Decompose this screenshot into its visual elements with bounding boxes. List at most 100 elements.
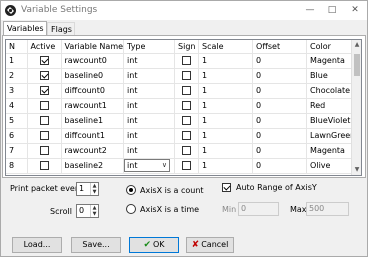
column-header-active[interactable]: Active	[27, 40, 62, 54]
axisx-count-radio[interactable]	[126, 185, 136, 195]
chevron-down-icon[interactable]: ∨	[162, 160, 167, 171]
variable-name-cell[interactable]: baseline2	[61, 158, 125, 174]
column-header-variable-name[interactable]: Variable Name	[61, 40, 125, 54]
sign-cell[interactable]	[174, 98, 200, 114]
active-cell[interactable]	[27, 68, 62, 84]
table-row[interactable]: 1 rawcount0 int 1 0 Magenta	[6, 53, 357, 69]
column-header-sign[interactable]: Sign	[174, 40, 200, 54]
scale-cell[interactable]: 1	[198, 113, 254, 129]
axisx-time-radio[interactable]	[126, 204, 136, 214]
offset-cell[interactable]: 0	[252, 158, 308, 174]
active-checkbox[interactable]	[39, 86, 49, 95]
sign-checkbox[interactable]	[182, 86, 192, 95]
scale-cell[interactable]: 1	[198, 158, 254, 174]
sign-checkbox[interactable]	[182, 116, 192, 125]
active-checkbox[interactable]	[39, 56, 49, 65]
offset-cell[interactable]: 0	[252, 53, 308, 69]
column-header-n[interactable]: N	[6, 40, 28, 54]
active-cell[interactable]	[27, 53, 62, 69]
type-cell[interactable]: int	[123, 53, 176, 69]
scale-cell[interactable]: 1	[198, 53, 254, 69]
active-checkbox[interactable]	[39, 101, 49, 110]
save-button[interactable]: Save...	[71, 237, 121, 253]
sign-cell[interactable]	[174, 53, 200, 69]
cancel-button[interactable]: ✘ Cancel	[186, 237, 234, 253]
sign-cell[interactable]	[174, 128, 200, 144]
variable-name-cell[interactable]: rawcount0	[61, 53, 125, 69]
type-cell[interactable]: int ∨	[123, 158, 176, 174]
sign-checkbox[interactable]	[182, 71, 192, 80]
spin-down-icon[interactable]: ▼	[91, 211, 98, 217]
table-row[interactable]: 6 diffcount1 int 1 0 LawnGreen	[6, 128, 357, 144]
color-cell[interactable]: Red	[306, 98, 357, 114]
offset-cell[interactable]: 0	[252, 68, 308, 84]
active-cell[interactable]	[27, 128, 62, 144]
sign-cell[interactable]	[174, 143, 200, 159]
scroll-spinner[interactable]: 0 ▲ ▼	[76, 204, 99, 218]
print-packet-spin-buttons[interactable]: ▲ ▼	[90, 183, 98, 195]
minimize-icon[interactable]: —	[299, 1, 321, 20]
table-row[interactable]: 3 diffcount0 int 1 0 Chocolate	[6, 83, 357, 99]
type-cell[interactable]: int	[123, 143, 176, 159]
color-cell[interactable]: BlueViolet	[306, 113, 357, 129]
active-checkbox[interactable]	[39, 161, 49, 170]
color-cell[interactable]: Olive	[306, 158, 357, 174]
scale-cell[interactable]: 1	[198, 98, 254, 114]
active-cell[interactable]	[27, 83, 62, 99]
color-cell[interactable]: Magenta	[306, 53, 357, 69]
sign-checkbox[interactable]	[182, 131, 192, 140]
sign-checkbox[interactable]	[182, 101, 192, 110]
offset-cell[interactable]: 0	[252, 98, 308, 114]
active-checkbox[interactable]	[39, 131, 49, 140]
axisx-count-label[interactable]: AxisX is a count	[140, 186, 204, 195]
table-row[interactable]: 7 rawcount2 int 1 0 Magenta	[6, 143, 357, 159]
scroll-down-icon[interactable]: ▼	[352, 165, 361, 175]
spin-down-icon[interactable]: ▼	[91, 189, 98, 195]
active-checkbox[interactable]	[39, 116, 49, 125]
scroll-up-icon[interactable]: ▲	[352, 40, 361, 50]
maximize-icon[interactable]: □	[321, 1, 343, 20]
sign-cell[interactable]	[174, 83, 200, 99]
type-cell[interactable]: int	[123, 83, 176, 99]
active-checkbox[interactable]	[39, 146, 49, 155]
color-cell[interactable]: Magenta	[306, 143, 357, 159]
sign-checkbox[interactable]	[182, 56, 192, 65]
scale-cell[interactable]: 1	[198, 83, 254, 99]
scrollbar-thumb[interactable]	[354, 54, 360, 76]
active-cell[interactable]	[27, 158, 62, 174]
grid-vertical-scrollbar[interactable]: ▲ ▼	[351, 40, 361, 175]
load-button[interactable]: Load...	[12, 237, 62, 253]
type-cell[interactable]: int	[123, 128, 176, 144]
offset-cell[interactable]: 0	[252, 113, 308, 129]
active-checkbox[interactable]	[39, 71, 49, 80]
type-cell[interactable]: int	[123, 98, 176, 114]
variable-name-cell[interactable]: rawcount2	[61, 143, 125, 159]
min-input[interactable]: 0	[238, 202, 279, 216]
active-cell[interactable]	[27, 113, 62, 129]
table-row[interactable]: 5 baseline1 int 1 0 BlueViolet	[6, 113, 357, 129]
sign-cell[interactable]	[174, 68, 200, 84]
scale-cell[interactable]: 1	[198, 128, 254, 144]
offset-cell[interactable]: 0	[252, 143, 308, 159]
column-header-color[interactable]: Color	[306, 40, 357, 54]
close-icon[interactable]: ✕	[344, 1, 366, 20]
type-dropdown[interactable]: int ∨	[124, 159, 171, 172]
variable-name-cell[interactable]: baseline0	[61, 68, 125, 84]
variable-name-cell[interactable]: rawcount1	[61, 98, 125, 114]
column-header-offset[interactable]: Offset	[252, 40, 308, 54]
sign-checkbox[interactable]	[182, 161, 192, 170]
variable-name-cell[interactable]: diffcount0	[61, 83, 125, 99]
tab-variables[interactable]: Variables	[3, 21, 47, 36]
variable-name-cell[interactable]: diffcount1	[61, 128, 125, 144]
column-header-type[interactable]: Type	[123, 40, 176, 54]
sign-cell[interactable]	[174, 158, 200, 174]
auto-range-label[interactable]: Auto Range of AxisY	[236, 183, 317, 192]
offset-cell[interactable]: 0	[252, 83, 308, 99]
color-cell[interactable]: Blue	[306, 68, 357, 84]
active-cell[interactable]	[27, 143, 62, 159]
table-row[interactable]: 8 baseline2 int ∨ 1 0 Olive	[6, 158, 357, 174]
max-input[interactable]: 500	[306, 202, 349, 216]
table-row[interactable]: 2 baseline0 int 1 0 Blue	[6, 68, 357, 84]
print-packet-spinner[interactable]: 1 ▲ ▼	[76, 182, 99, 196]
scale-cell[interactable]: 1	[198, 143, 254, 159]
